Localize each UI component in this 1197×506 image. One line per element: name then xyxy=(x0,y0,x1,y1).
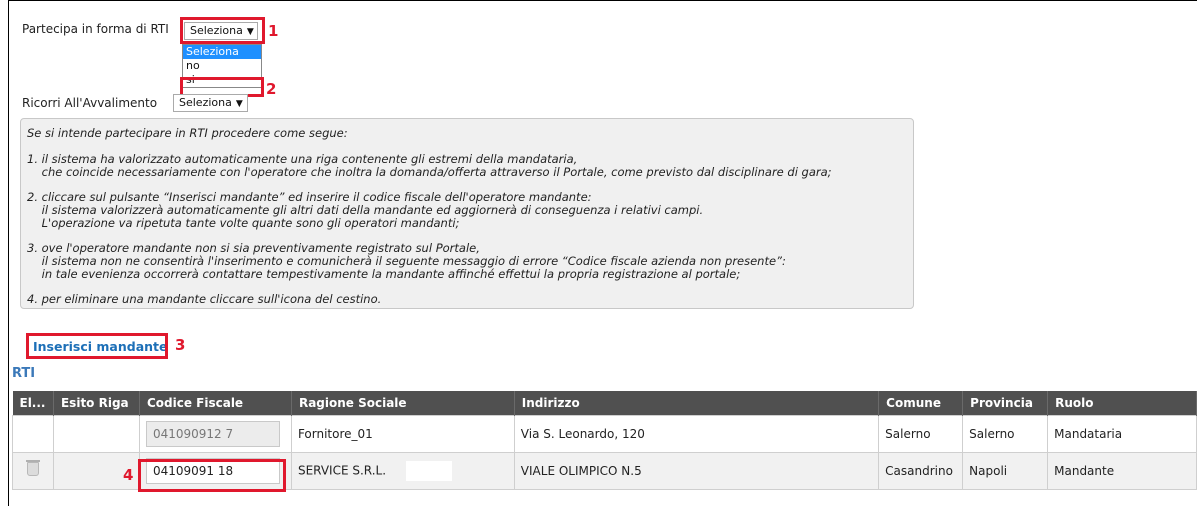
codice-fiscale-cell: 041090912 7 xyxy=(138,414,292,453)
indirizzo-cell: VIALE OLIMPICO N.5 xyxy=(513,451,880,490)
codice-fiscale-input[interactable]: 04109091 18 xyxy=(145,457,280,484)
instruction-step-3: 3. ove l'operatore mandante non si sia p… xyxy=(27,241,786,281)
option-seleziona[interactable]: Seleziona xyxy=(183,45,261,59)
table-row: 041090912 7 Fornitore_01 Via S. Leonardo… xyxy=(12,414,1197,453)
ruolo-cell: Mandante xyxy=(1047,451,1197,490)
col-header-indirizzo[interactable]: Indirizzo xyxy=(514,391,880,415)
col-header-esito-riga[interactable]: Esito Riga xyxy=(53,391,140,415)
delete-cell[interactable] xyxy=(12,451,54,490)
avvalimento-select-value: Seleziona xyxy=(179,96,232,109)
comune-cell: Salerno xyxy=(878,414,964,453)
instruction-step-4: 4. per eliminare una mandante cliccare s… xyxy=(27,292,382,306)
instructions-box: Se si intende partecipare in RTI procede… xyxy=(20,118,914,309)
rti-label: Partecipa in forma di RTI xyxy=(22,22,169,36)
codice-fiscale-cell[interactable]: 04109091 18 xyxy=(138,451,292,490)
avvalimento-select[interactable]: Seleziona ▼ xyxy=(173,94,248,112)
delete-cell xyxy=(12,414,54,453)
ragione-sociale-cell: SERVICE S.R.L. xyxy=(290,451,515,490)
esito-cell xyxy=(52,414,140,453)
table-row: 04109091 18 SERVICE S.R.L. VIALE OLIMPIC… xyxy=(12,451,1197,490)
trash-icon[interactable] xyxy=(25,460,40,476)
provincia-cell: Napoli xyxy=(962,451,1049,490)
col-header-comune[interactable]: Comune xyxy=(878,391,964,415)
comune-cell: Casandrino xyxy=(878,451,964,490)
col-header-elimina[interactable]: El... xyxy=(12,391,54,415)
annotation-3: 3 xyxy=(175,336,186,354)
ragione-sociale-value: SERVICE S.R.L. xyxy=(297,463,387,477)
instructions-heading: Se si intende partecipare in RTI procede… xyxy=(27,126,348,140)
annotation-4: 4 xyxy=(123,466,134,484)
ruolo-cell: Mandataria xyxy=(1047,414,1197,453)
instruction-step-1: 1. il sistema ha valorizzato automaticam… xyxy=(27,152,832,179)
indirizzo-cell: Via S. Leonardo, 120 xyxy=(513,414,880,453)
codice-fiscale-field: 041090912 7 xyxy=(145,420,280,447)
annotation-2: 2 xyxy=(266,80,277,98)
option-no[interactable]: no xyxy=(183,59,261,73)
col-header-codice-fiscale[interactable]: Codice Fiscale xyxy=(139,391,292,415)
col-header-provincia[interactable]: Provincia xyxy=(962,391,1049,415)
instruction-step-2: 2. cliccare sul pulsante “Inserisci mand… xyxy=(27,190,704,230)
dropdown-arrow-icon: ▼ xyxy=(246,27,254,37)
annotation-1: 1 xyxy=(268,22,279,40)
col-header-ragione-sociale[interactable]: Ragione Sociale xyxy=(291,391,515,415)
ragione-sociale-cell: Fornitore_01 xyxy=(290,414,515,453)
rti-select[interactable]: Seleziona ▼ xyxy=(184,22,258,40)
rti-section-title: RTI xyxy=(12,366,36,381)
redaction-mask xyxy=(406,460,453,481)
rti-select-value: Seleziona xyxy=(190,24,243,37)
rti-table: El... Esito Riga Codice Fiscale Ragione … xyxy=(12,391,1197,490)
insert-mandante-button[interactable]: Inserisci mandante xyxy=(33,339,168,354)
option-si[interactable]: si xyxy=(183,73,261,87)
rti-dropdown-list[interactable]: Seleziona no si xyxy=(182,44,262,88)
col-header-ruolo[interactable]: Ruolo xyxy=(1047,391,1197,415)
provincia-cell: Salerno xyxy=(962,414,1049,453)
table-header-row: El... Esito Riga Codice Fiscale Ragione … xyxy=(12,391,1197,415)
avvalimento-label: Ricorri All'Avvalimento xyxy=(22,96,158,110)
dropdown-arrow-icon: ▼ xyxy=(235,99,243,109)
